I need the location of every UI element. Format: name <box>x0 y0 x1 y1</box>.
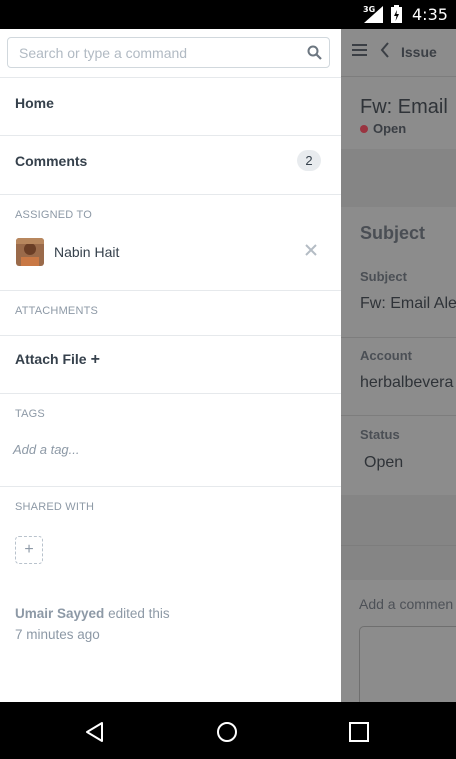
field-value-status[interactable]: Open <box>364 454 403 472</box>
field-label-subject: Subject <box>360 269 407 284</box>
add-tag-input[interactable]: Add a tag... <box>13 442 80 457</box>
search-box[interactable] <box>7 37 330 68</box>
assignee-name[interactable]: Nabin Hait <box>54 244 119 260</box>
field-value-subject[interactable]: Fw: Email Ale <box>360 295 456 313</box>
page-title: Fw: Email <box>360 96 448 118</box>
assignee-row: Nabin Hait <box>0 235 341 269</box>
recent-apps-icon[interactable] <box>349 722 369 742</box>
add-share-button[interactable]: + <box>15 536 43 564</box>
sidebar-item-home[interactable]: Home <box>0 79 341 136</box>
sidebar-item-comments[interactable]: Comments 2 <box>0 137 341 194</box>
tags-heading: TAGS <box>15 408 45 420</box>
activity-action: edited this <box>108 606 170 621</box>
attach-file-label: Attach File <box>15 351 87 367</box>
status-badge: Open <box>373 121 407 136</box>
background-issue-page: Issue Fw: Email Open Subject Subject Fw:… <box>341 29 456 702</box>
search-icon[interactable] <box>307 45 322 60</box>
assigned-to-heading: ASSIGNED TO <box>15 209 92 221</box>
status-bar: 3G 4:35 <box>0 0 456 29</box>
activity-user[interactable]: Umair Sayyed <box>15 606 104 621</box>
activity-time: 7 minutes ago <box>15 627 100 642</box>
section-title: Subject <box>360 223 426 243</box>
comment-placeholder: Add a commen <box>359 596 454 612</box>
avatar <box>16 238 44 266</box>
app-header: Issue <box>341 29 456 77</box>
attachments-heading: ATTACHMENTS <box>15 305 99 317</box>
field-label-account: Account <box>360 348 412 363</box>
plus-icon: + <box>90 351 100 368</box>
sidebar-item-label: Home <box>15 95 54 111</box>
status-indicator-dot <box>360 125 368 133</box>
field-label-status: Status <box>360 427 400 442</box>
sidebar-item-label: Comments <box>15 153 88 169</box>
search-input[interactable] <box>19 38 299 67</box>
sidebar-drawer: Home Comments 2 ASSIGNED TO Nabin Hait A… <box>0 29 341 702</box>
comment-count-badge: 2 <box>297 150 321 171</box>
home-icon[interactable] <box>216 721 238 743</box>
menu-icon[interactable] <box>352 44 367 56</box>
system-nav-bar <box>0 702 456 759</box>
close-icon[interactable] <box>304 243 318 257</box>
battery-icon <box>391 5 402 23</box>
chevron-left-icon[interactable] <box>380 42 390 58</box>
activity-log: Umair Sayyed edited this 7 minutes ago <box>15 603 315 645</box>
comment-input[interactable] <box>359 626 456 702</box>
breadcrumb[interactable]: Issue <box>401 44 437 60</box>
back-icon[interactable] <box>84 721 106 743</box>
field-value-account[interactable]: herbalbevera <box>360 374 453 392</box>
clock: 4:35 <box>412 5 448 24</box>
signal-icon <box>364 6 383 23</box>
attach-file-button[interactable]: Attach File + <box>15 351 100 369</box>
plus-icon: + <box>24 541 34 558</box>
shared-with-heading: SHARED WITH <box>15 501 95 513</box>
